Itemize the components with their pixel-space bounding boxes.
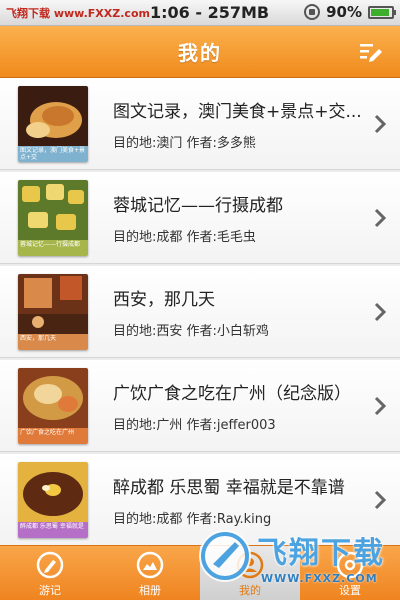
page-title: 我的 [178,41,222,65]
photo-icon [136,551,164,579]
tab-label: 游记 [39,584,61,597]
travelogue-thumbnail: 西安，那几天 [18,274,88,350]
thumbnail-caption: 蓉城记忆——行摄成都 [18,240,88,256]
food-photo [18,180,88,240]
food-photo [18,368,88,428]
status-watermark: 飞翔下载 www.FXXZ.com [6,6,150,20]
gear-icon [336,551,364,579]
chevron-right-icon [374,490,386,510]
thumbnail-caption: 广饮广食之吃在广州 [18,428,88,444]
list-item[interactable]: 醉成都 乐思蜀 幸福就是 醉成都 乐思蜀 幸福就是不靠谱 目的地:成都 作者:R… [0,454,400,545]
thumbnail-caption: 醉成都 乐思蜀 幸福就是 [18,522,88,538]
travelogue-thumbnail: 蓉城记忆——行摄成都 [18,180,88,256]
food-photo [18,462,88,522]
edit-list-button[interactable] [358,39,384,65]
travelogue-meta: 目的地:成都 作者:Ray.king [113,508,375,527]
destination-label: 目的地:成都 [113,512,183,527]
author-label: 作者:多多熊 [186,136,256,151]
list-item[interactable]: 图文记录，澳门美食+景点+交 图文记录，澳门美食+景点+交... 目的地:澳门 … [0,78,400,170]
person-icon [236,551,264,579]
chevron-right-icon [374,302,386,322]
battery-icon [368,5,396,19]
travelogue-meta: 目的地:澳门 作者:多多熊 [113,132,375,151]
author-label: 作者:毛毛虫 [186,230,256,245]
list-item[interactable]: 蓉城记忆——行摄成都 蓉城记忆——行摄成都 目的地:成都 作者:毛毛虫 [0,172,400,264]
food-photo [18,86,88,146]
nav-bar: 我的 [0,26,400,78]
tab-label: 相册 [139,584,161,597]
pencil-icon [36,551,64,579]
status-time: 1:06 - 257MB [150,3,270,22]
travelogue-list: 图文记录，澳门美食+景点+交 图文记录，澳门美食+景点+交... 目的地:澳门 … [0,78,400,545]
edit-list-icon [360,44,382,62]
list-item[interactable]: 广饮广食之吃在广州 广饮广食之吃在广州（纪念版） 目的地:广州 作者:jeffe… [0,360,400,452]
tab-label: 设置 [339,584,361,597]
travelogue-title: 西安，那几天 [113,290,215,310]
thumbnail-caption: 图文记录，澳门美食+景点+交 [18,146,88,162]
battery-percent: 90% [326,3,362,21]
tab-settings[interactable]: 设置 [300,546,400,600]
travelogue-title: 醉成都 乐思蜀 幸福就是不靠谱 [113,478,345,498]
destination-label: 目的地:广州 [113,418,183,433]
tab-mine[interactable]: 我的 [200,546,300,600]
street-photo [18,274,88,334]
destination-label: 目的地:西安 [113,324,183,339]
tab-album[interactable]: 相册 [100,546,200,600]
travelogue-thumbnail: 广饮广食之吃在广州 [18,368,88,444]
tab-label: 我的 [239,584,261,597]
chevron-right-icon [374,114,386,134]
destination-label: 目的地:成都 [113,230,183,245]
rotation-lock-icon [304,4,321,20]
travelogue-meta: 目的地:成都 作者:毛毛虫 [113,226,375,245]
travelogue-thumbnail: 图文记录，澳门美食+景点+交 [18,86,88,162]
travelogue-meta: 目的地:广州 作者:jeffer003 [113,414,375,433]
tab-travelogues[interactable]: 游记 [0,546,100,600]
destination-label: 目的地:澳门 [113,136,183,151]
travelogue-title: 蓉城记忆——行摄成都 [113,196,283,216]
travelogue-title: 广饮广食之吃在广州（纪念版） [113,384,351,404]
tab-bar: 游记 相册 我的 设置 [0,545,400,600]
thumbnail-caption: 西安，那几天 [18,334,88,350]
status-right: 90% [304,3,396,21]
author-label: 作者:Ray.king [186,512,272,527]
author-label: 作者:小白斩鸡 [186,324,269,339]
chevron-right-icon [374,396,386,416]
list-item[interactable]: 西安，那几天 西安，那几天 目的地:西安 作者:小白斩鸡 [0,266,400,358]
chevron-right-icon [374,208,386,228]
travelogue-title: 图文记录，澳门美食+景点+交... [113,102,362,122]
travelogue-meta: 目的地:西安 作者:小白斩鸡 [113,320,375,339]
author-label: 作者:jeffer003 [186,418,276,433]
status-bar: 飞翔下载 www.FXXZ.com 1:06 - 257MB 90% [0,0,400,26]
travelogue-thumbnail: 醉成都 乐思蜀 幸福就是 [18,462,88,538]
